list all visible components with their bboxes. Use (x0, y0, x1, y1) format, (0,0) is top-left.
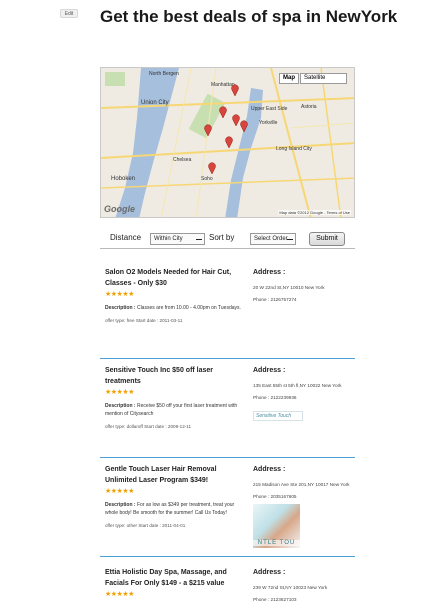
distance-label: Distance (110, 233, 142, 242)
deal-description: Description : Classes are from 10.00 - 4… (105, 304, 245, 312)
deal-meta: offer type: free Start date : 2011-03-11 (105, 318, 183, 323)
place-label: Chelsea (173, 157, 192, 163)
distance-select[interactable]: Within City (150, 233, 205, 245)
submit-button[interactable]: Submit (309, 232, 345, 246)
page-title: Get the best deals of spa in NewYork (100, 7, 398, 26)
star-rating-icon: ★★★★★ (105, 591, 134, 598)
place-label: Yorkville (259, 120, 278, 126)
phone-text: Phone : 2122239936 (253, 395, 297, 400)
park (105, 72, 125, 86)
deal-title[interactable]: Ettia Holistic Day Spa, Massage, and Fac… (105, 567, 245, 589)
place-label: Hoboken (111, 176, 135, 182)
sort-select-value: Select Order (254, 236, 288, 242)
deal-item: Ettia Holistic Day Spa, Massage, and Fac… (100, 562, 355, 609)
deal-title[interactable]: Gentle Touch Laser Hair Removal Unlimite… (105, 464, 245, 486)
deal-logo-image[interactable]: Sensitive Touch (253, 411, 303, 421)
deal-item: Salon O2 Models Needed for Hair Cut, Cla… (100, 262, 355, 359)
place-label: Upper East Side (251, 106, 288, 112)
deal-title[interactable]: Salon O2 Models Needed for Hair Cut, Cla… (105, 267, 245, 289)
map-attribution[interactable]: Map data ©2012 Google - Terms of Use (278, 210, 351, 215)
star-rating-icon: ★★★★★ (105, 291, 134, 298)
deal-photo-image[interactable]: NTLE TOU (253, 504, 300, 548)
address-text: 239 W 72nd St,NY 10023 New York (253, 585, 328, 590)
chevron-down-icon (287, 239, 293, 242)
edit-button[interactable]: Edit (60, 9, 78, 18)
deal-title[interactable]: Sensitive Touch Inc $50 off laser treatm… (105, 365, 245, 387)
sort-label: Sort by (209, 233, 235, 242)
deal-description: Description : Receive $50 off your first… (105, 402, 245, 418)
place-label: Soho (201, 176, 213, 182)
phone-text: Phone : 2123627103 (253, 597, 297, 602)
map-type-map-button[interactable]: Map (279, 73, 299, 84)
address-title: Address : (253, 569, 286, 576)
place-label: Union City (141, 100, 169, 106)
description-label: Description : (105, 305, 136, 311)
deal-meta: offer type: other Start date : 2011-04-0… (105, 523, 186, 528)
deal-meta: offer type: dollaroff Start date : 2009-… (105, 424, 192, 429)
phone-text: Phone : 2035167605 (253, 494, 297, 499)
place-label: Astoria (301, 104, 317, 110)
deal-item: Gentle Touch Laser Hair Removal Unlimite… (100, 459, 355, 557)
address-title: Address : (253, 367, 286, 374)
place-label: Long Island City (276, 146, 312, 152)
distance-select-value: Within City (154, 236, 183, 242)
description-label: Description : (105, 502, 136, 508)
google-logo: Google (104, 204, 135, 214)
star-rating-icon: ★★★★★ (105, 389, 134, 396)
filter-bar: Distance Within City Sort by Select Orde… (100, 227, 355, 249)
description-text: Classes are from 10.00 - 4.00pm on Tuesd… (136, 305, 241, 311)
address-title: Address : (253, 466, 286, 473)
place-label: Manhattan (211, 82, 235, 88)
place-label: North Bergen (149, 71, 179, 77)
deal-description: Description : For as low as $349 per tre… (105, 501, 245, 517)
chevron-down-icon (196, 239, 202, 242)
deal-item: Sensitive Touch Inc $50 off laser treatm… (100, 360, 355, 458)
map-canvas[interactable]: North Bergen Union City Manhattan Upper … (101, 68, 355, 218)
map-type-satellite-button[interactable]: Satellite (300, 73, 347, 84)
address-text: 20 W 22nd St,NY 10010 New York (253, 285, 325, 290)
address-text: 135 East 55th st 5th fl,NY 10022 New Yor… (253, 383, 342, 388)
map-view[interactable]: North Bergen Union City Manhattan Upper … (100, 67, 355, 218)
description-label: Description : (105, 403, 136, 409)
phone-text: Phone : 2126757274 (253, 297, 297, 302)
deal-photo-caption: NTLE TOU (253, 540, 300, 546)
address-text: 215 Madison Ave Ste 201,NY 10017 New Yor… (253, 482, 350, 487)
sort-select[interactable]: Select Order (250, 233, 296, 245)
star-rating-icon: ★★★★★ (105, 488, 134, 495)
address-title: Address : (253, 269, 286, 276)
